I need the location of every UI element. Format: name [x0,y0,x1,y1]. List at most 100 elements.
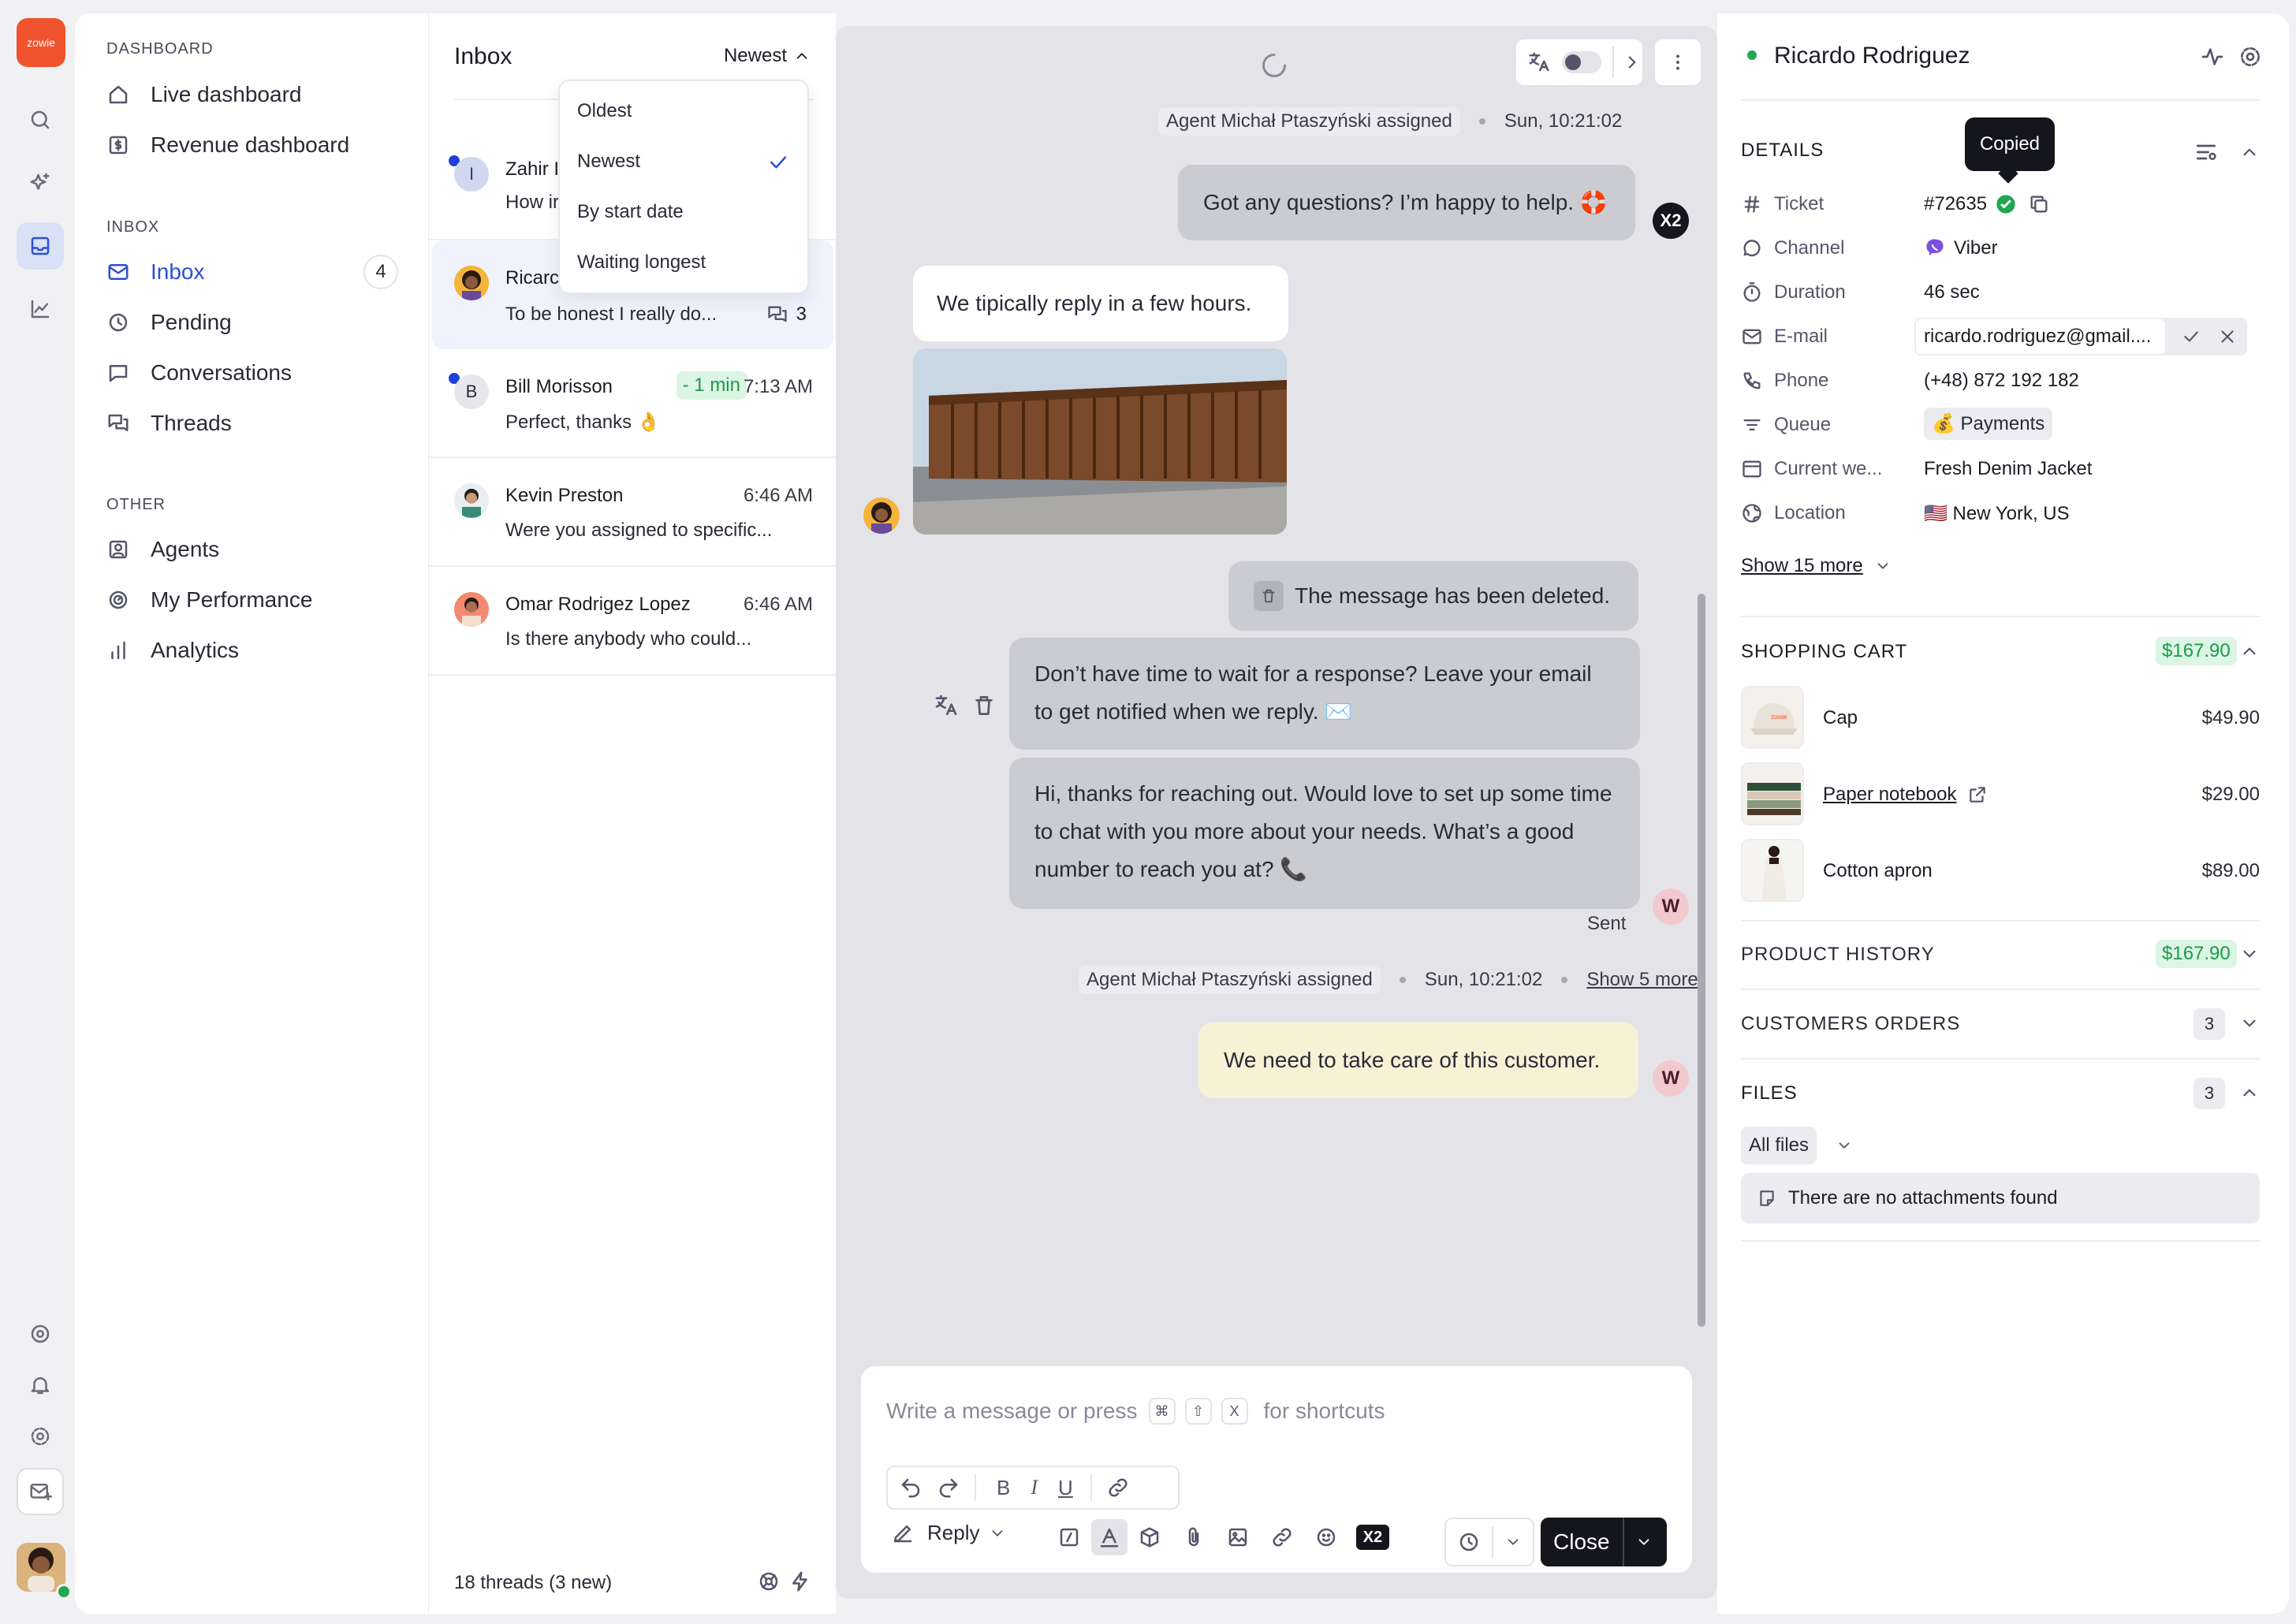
nav-analytics[interactable]: Analytics [106,631,398,670]
customer-orders-section-title[interactable]: CUSTOMERS ORDERS [1741,1013,1960,1035]
search-icon[interactable] [17,96,64,143]
help-lifebuoy-icon[interactable] [17,1310,64,1358]
conversation-name: Kevin Preston [505,485,624,506]
agents-icon [109,540,128,559]
nav-live-dashboard[interactable]: Live dashboard [106,75,398,114]
user-avatar[interactable] [17,1543,65,1592]
italic-icon[interactable]: I [1031,1476,1038,1499]
chevron-down-icon[interactable] [2239,944,2260,964]
copy-icon[interactable] [2028,193,2050,215]
scrollbar-thumb[interactable] [1698,594,1705,1327]
composer-placeholder[interactable]: Write a message or press ⌘ ⇧ X for short… [886,1398,1385,1425]
threads-icon [108,414,129,431]
nav-conversations[interactable]: Conversations [106,353,398,393]
avatar: B [454,374,489,409]
chevron-up-icon[interactable] [2239,1082,2260,1103]
chevron-down-icon [1877,563,1888,569]
conversation-item[interactable]: B Bill Morisson - 1 min 7:13 AM Perfect,… [429,349,837,458]
product-history-total-badge: $167.90 [2156,940,2237,968]
files-filter-dropdown[interactable]: All files [1741,1127,1817,1164]
label-text: Ticket [1774,193,1824,214]
redo-icon[interactable] [937,1476,960,1499]
email-input[interactable]: ricardo.rodriguez@gmail.... [1916,319,2165,354]
bold-icon[interactable]: B [997,1476,1010,1500]
bell-icon[interactable] [17,1361,64,1409]
nav-threads[interactable]: Threads [106,404,398,443]
conversation-time: 7:13 AM [743,376,813,397]
activity-pulse-icon[interactable] [2200,44,2225,69]
translate-toggle[interactable] [1562,51,1601,73]
email-edit-field[interactable]: ricardo.rodriguez@gmail.... [1914,318,2247,356]
show-more-link[interactable]: Show 5 more [1586,969,1698,991]
no-attachments-notice: There are no attachments found [1741,1173,2260,1224]
divider [1741,616,2260,617]
sort-option-oldest[interactable]: Oldest [577,100,632,122]
chevron-down-icon[interactable] [1836,1137,1853,1154]
apron-product-image [1741,839,1804,902]
close-conversation-button[interactable]: Close [1541,1518,1667,1566]
help-lifebuoy-icon[interactable] [757,1570,781,1593]
settings-gear-icon[interactable] [17,1413,64,1460]
translate-icon[interactable] [1527,50,1551,74]
schedule-send-button[interactable] [1444,1518,1534,1566]
chevron-down-icon[interactable] [2239,1013,2260,1034]
underline-icon[interactable]: U [1058,1476,1073,1500]
nav-agents[interactable]: Agents [106,530,398,569]
slash-command-icon[interactable] [1057,1525,1081,1549]
link-icon[interactable] [1270,1525,1294,1549]
emoji-icon[interactable] [1314,1525,1338,1549]
loading-spinner-icon [1262,54,1286,77]
sort-option-start-date[interactable]: By start date [577,201,684,223]
confirm-check-icon[interactable] [2181,326,2201,347]
message-composer[interactable]: Write a message or press ⌘ ⇧ X for short… [861,1366,1692,1573]
nav-pending[interactable]: Pending [106,303,398,342]
conversation-time: 6:46 AM [743,594,813,615]
filter-settings-icon[interactable] [2194,140,2219,165]
ai-x2-button[interactable]: X2 [1356,1525,1389,1550]
nav-revenue-dashboard[interactable]: Revenue dashboard [106,125,398,165]
trash-icon [1262,589,1275,603]
lightning-icon[interactable] [788,1570,812,1593]
deleted-message: The message has been deleted. [1228,561,1638,631]
chevron-up-icon[interactable] [2239,641,2260,661]
link-icon[interactable] [1106,1476,1130,1499]
zowie-logo[interactable]: zowie [17,18,65,67]
dashboard-section-label: DASHBOARD [106,40,214,58]
settings-gear-icon[interactable] [2238,44,2263,69]
undo-icon[interactable] [899,1476,922,1499]
current-website-value: Fresh Denim Jacket [1924,458,2093,479]
close-label: Close [1553,1529,1610,1554]
cmd-key: ⌘ [1148,1398,1176,1425]
cancel-x-icon[interactable] [2217,326,2238,347]
sort-dropdown-button[interactable]: Newest [724,45,811,67]
analytics-chart-icon[interactable] [17,285,64,333]
text-format-icon[interactable] [1091,1519,1128,1555]
compose-mail-icon[interactable] [17,1468,64,1515]
clock-icon [1459,1533,1478,1551]
cart-item-link[interactable]: Paper notebook [1823,784,1988,806]
sort-option-waiting-longest[interactable]: Waiting longest [577,251,706,274]
image-icon[interactable] [1226,1525,1250,1549]
product-box-icon[interactable] [1138,1525,1161,1549]
conversation-item[interactable]: Omar Rodrigez Lopez 6:46 AM Is there any… [429,567,837,676]
translate-icon[interactable] [934,693,959,718]
attachment-icon[interactable] [1182,1525,1206,1549]
conversation-item[interactable]: Kevin Preston 6:46 AM Were you assigned … [429,458,837,567]
chevron-down-icon[interactable] [1635,1533,1653,1551]
more-options-button[interactable] [1653,38,1702,87]
sparkle-icon[interactable] [17,159,64,207]
trash-icon[interactable] [971,693,997,718]
sort-option-newest[interactable]: Newest [577,151,640,173]
reply-mode-dropdown[interactable]: Reply [891,1521,1006,1545]
building-photo[interactable] [913,348,1287,535]
queue-chip: 💰 Payments [1924,408,2053,440]
gauge-icon [109,590,128,609]
nav-my-performance[interactable]: My Performance [106,580,398,620]
nav-inbox[interactable]: Inbox 4 [106,252,398,292]
product-history-section-title[interactable]: PRODUCT HISTORY [1741,944,1935,966]
show-more-fields-link[interactable]: Show 15 more [1741,555,1892,577]
chevron-up-icon[interactable] [2239,142,2260,162]
cart-item-name: Cap [1823,707,1858,728]
chevron-right-icon[interactable] [1622,52,1642,73]
inbox-icon[interactable] [17,222,64,270]
